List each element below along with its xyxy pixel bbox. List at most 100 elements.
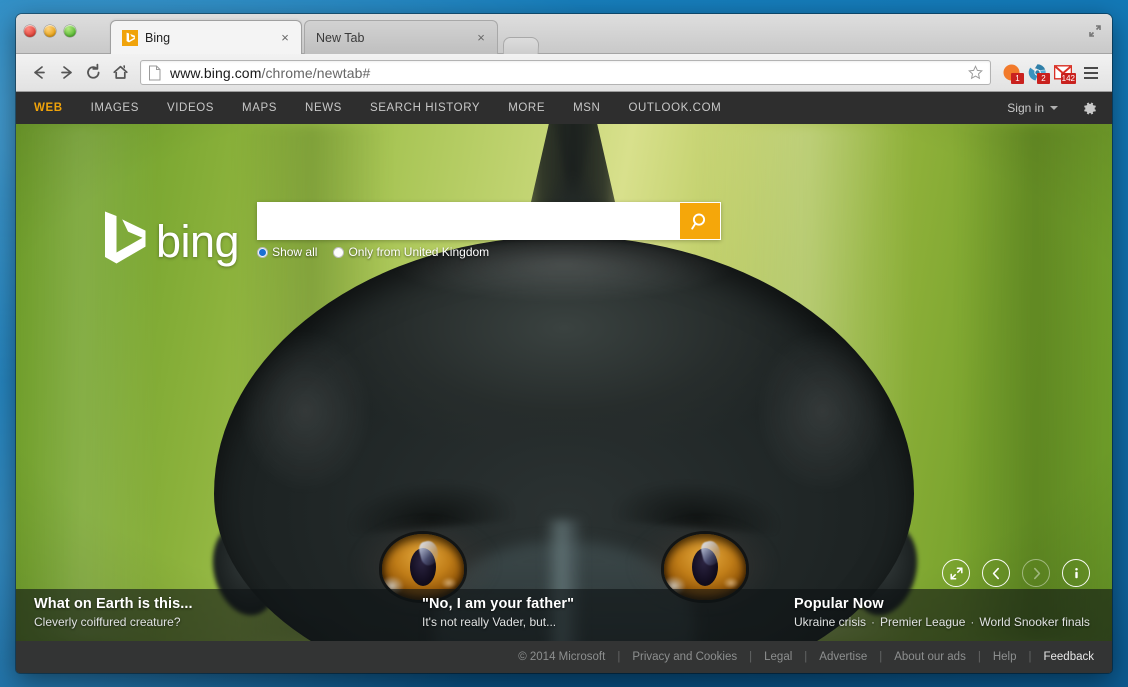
nav-item-web[interactable]: WEB xyxy=(34,102,77,114)
tab-title: Bing xyxy=(145,30,171,45)
browser-toolbar: www.bing.com/chrome/newtab# 1 2 142 xyxy=(16,54,1112,92)
nav-item-search-history[interactable]: SEARCH HISTORY xyxy=(356,102,494,114)
bing-nav-links: WEB IMAGES VIDEOS MAPS NEWS SEARCH HISTO… xyxy=(34,102,735,114)
item-separator: · xyxy=(970,615,975,629)
footer-separator: | xyxy=(617,651,621,663)
popular-now-item[interactable]: Premier League xyxy=(880,615,965,629)
hero-image-controls xyxy=(942,559,1090,587)
menu-line xyxy=(1084,71,1098,74)
orange-circle-extension[interactable]: 1 xyxy=(998,60,1024,86)
nav-item-news[interactable]: NEWS xyxy=(291,102,356,114)
chrome-swirl-extension[interactable]: 2 xyxy=(1024,60,1050,86)
previous-image-button[interactable] xyxy=(982,559,1010,587)
expand-image-button[interactable] xyxy=(942,559,970,587)
window-minimize-button[interactable] xyxy=(44,25,56,37)
copyright-text: © 2014 Microsoft xyxy=(518,651,606,663)
footer-link-legal[interactable]: Legal xyxy=(764,651,792,663)
nav-item-outlook[interactable]: OUTLOOK.COM xyxy=(614,102,735,114)
bing-page-footer: © 2014 Microsoft | Privacy and Cookies |… xyxy=(16,641,1112,673)
hamburger-menu-icon[interactable] xyxy=(1078,60,1104,86)
search-column: Show all Only from United Kingdom xyxy=(257,202,722,259)
search-box xyxy=(257,202,722,240)
forward-arrow-icon[interactable] xyxy=(53,60,80,86)
radio-show-all[interactable] xyxy=(257,246,269,258)
home-icon[interactable] xyxy=(107,60,134,86)
menu-line xyxy=(1084,76,1098,79)
extension-badge: 2 xyxy=(1037,72,1050,84)
address-bar[interactable]: www.bing.com/chrome/newtab# xyxy=(140,60,991,85)
footer-link-feedback[interactable]: Feedback xyxy=(1043,651,1094,663)
menu-line xyxy=(1084,66,1098,69)
bing-logo[interactable]: bing xyxy=(102,210,240,273)
bing-logo-icon xyxy=(102,210,148,273)
eye-glint-secondary xyxy=(723,577,740,590)
bing-search-area: bing Show all Only from United Kingdom xyxy=(102,202,722,273)
window-close-button[interactable] xyxy=(24,25,36,37)
footer-separator: | xyxy=(804,651,808,663)
extension-badge: 142 xyxy=(1060,72,1076,84)
footer-link-advertise[interactable]: Advertise xyxy=(819,651,867,663)
tab-bing[interactable]: Bing × xyxy=(110,20,302,54)
image-info-button[interactable] xyxy=(1062,559,1090,587)
bing-hero-image[interactable]: bing Show all Only from United Kingdom W… xyxy=(16,124,1112,641)
nav-item-images[interactable]: IMAGES xyxy=(77,102,153,114)
search-scope-options: Show all Only from United Kingdom xyxy=(257,245,721,259)
bing-nav-right: Sign in xyxy=(1001,95,1102,121)
popular-now-panel: Popular Now Ukraine crisis · Premier Leagu… xyxy=(776,596,1112,641)
item-separator: · xyxy=(871,615,876,629)
gmail-extension[interactable]: 142 xyxy=(1050,60,1076,86)
footer-separator: | xyxy=(879,651,883,663)
new-tab-button[interactable] xyxy=(502,37,540,54)
hero-story-2[interactable]: "No, I am your father" It's not really V… xyxy=(404,596,776,641)
search-submit-button[interactable] xyxy=(680,203,721,239)
url-host: www.bing.com xyxy=(170,64,262,81)
back-arrow-icon[interactable] xyxy=(26,60,53,86)
scope-label: Only from United Kingdom xyxy=(348,245,490,259)
next-image-button[interactable] xyxy=(1022,559,1050,587)
search-input[interactable] xyxy=(258,203,681,239)
footer-separator: | xyxy=(749,651,753,663)
story-subtitle: It's not really Vader, but... xyxy=(422,615,557,629)
eye-glint-secondary xyxy=(441,577,458,590)
popular-now-item[interactable]: Ukraine crisis xyxy=(794,615,866,629)
browser-window: Bing × New Tab × www.bing.com/chrome/new… xyxy=(16,14,1112,673)
hero-story-1[interactable]: What on Earth is this... Cleverly coiffu… xyxy=(16,596,404,641)
reload-icon[interactable] xyxy=(80,60,107,86)
tab-close-button[interactable]: × xyxy=(473,30,489,46)
hero-info-strip: What on Earth is this... Cleverly coiffu… xyxy=(16,589,1112,641)
footer-separator: | xyxy=(1028,651,1032,663)
scope-label: Show all xyxy=(272,245,318,259)
nav-item-msn[interactable]: MSN xyxy=(559,102,614,114)
tab-new-tab[interactable]: New Tab × xyxy=(304,20,498,54)
chevron-down-icon xyxy=(1050,106,1058,110)
popular-now-item[interactable]: World Snooker finals xyxy=(979,615,1090,629)
url-path: /chrome/newtab# xyxy=(261,64,371,81)
nav-item-maps[interactable]: MAPS xyxy=(228,102,291,114)
story-title: "No, I am your father" xyxy=(422,596,575,612)
bookmark-star-icon[interactable] xyxy=(966,65,984,80)
url-text[interactable]: www.bing.com/chrome/newtab# xyxy=(170,65,966,81)
radio-only-uk[interactable] xyxy=(333,246,345,258)
story-title: What on Earth is this... xyxy=(34,596,193,612)
nav-item-videos[interactable]: VIDEOS xyxy=(153,102,228,114)
tab-close-button[interactable]: × xyxy=(277,30,293,46)
sign-in-label: Sign in xyxy=(1007,101,1044,115)
scope-option-only-uk[interactable]: Only from United Kingdom xyxy=(333,245,489,259)
restore-window-icon[interactable] xyxy=(1084,20,1106,42)
page-document-icon xyxy=(148,65,164,81)
footer-link-privacy[interactable]: Privacy and Cookies xyxy=(632,651,737,663)
extension-badge: 1 xyxy=(1011,72,1024,84)
page-viewport: WEB IMAGES VIDEOS MAPS NEWS SEARCH HISTO… xyxy=(16,92,1112,673)
nav-item-more[interactable]: MORE xyxy=(494,102,559,114)
popular-now-items: Ukraine crisis · Premier League · World Snoo… xyxy=(794,615,1094,629)
window-maximize-button[interactable] xyxy=(64,25,76,37)
settings-gear-icon[interactable] xyxy=(1076,95,1102,121)
story-subtitle: Cleverly coiffured creature? xyxy=(34,615,181,629)
sign-in-button[interactable]: Sign in xyxy=(1001,101,1064,115)
tab-title: New Tab xyxy=(316,30,365,45)
footer-link-about-our-ads[interactable]: About our ads xyxy=(894,651,966,663)
footer-link-help[interactable]: Help xyxy=(993,651,1017,663)
scope-option-show-all[interactable]: Show all xyxy=(257,245,317,259)
window-controls xyxy=(24,25,76,37)
bing-navigation-bar: WEB IMAGES VIDEOS MAPS NEWS SEARCH HISTO… xyxy=(16,92,1112,124)
